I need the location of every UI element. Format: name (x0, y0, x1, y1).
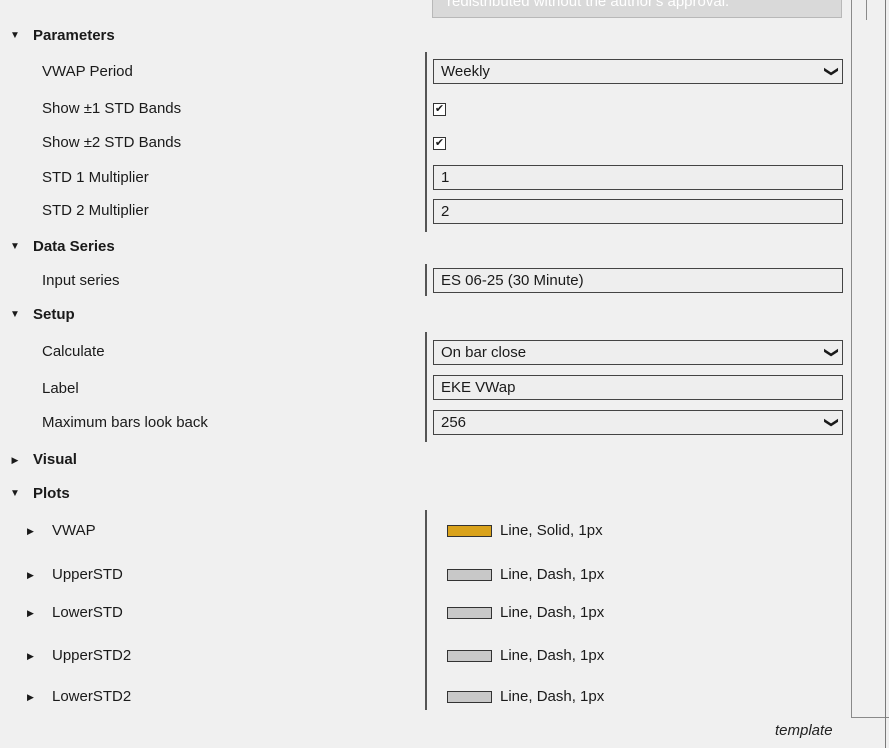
show-std2-label: Show ±2 STD Bands (42, 134, 182, 151)
show-std1-checkbox[interactable]: ✔ (433, 103, 446, 116)
plot-name[interactable]: UpperSTD (52, 561, 123, 589)
label-label: Label (42, 380, 79, 397)
column-separator[interactable] (425, 264, 427, 296)
category-label: Setup (33, 306, 75, 323)
collapsed-icon[interactable]: ▶ (27, 683, 34, 711)
max-bars-label: Maximum bars look back (42, 414, 208, 431)
plot-name[interactable]: VWAP (52, 517, 96, 545)
input-series-field[interactable]: ES 06-25 (30 Minute) (433, 268, 843, 293)
vwap-period-label: VWAP Period (42, 63, 133, 80)
panel-border (851, 0, 852, 718)
calculate-value: On bar close (441, 344, 527, 361)
collapsed-icon[interactable]: ▶ (27, 561, 34, 589)
calculate-select[interactable]: On bar close ❯ (433, 340, 843, 365)
chevron-down-icon: ❯ (824, 346, 841, 359)
expanded-icon: ▼ (10, 241, 20, 252)
frame-edge (866, 0, 867, 20)
column-separator[interactable] (425, 332, 427, 442)
plot-stroke-description[interactable]: Line, Dash, 1px (500, 599, 604, 627)
plot-color-swatch[interactable] (447, 607, 492, 619)
chevron-down-icon: ❯ (824, 416, 841, 429)
category-label: Plots (33, 485, 70, 502)
plot-name[interactable]: LowerSTD2 (52, 683, 131, 711)
collapsed-icon[interactable]: ▶ (27, 517, 34, 545)
plot-color-swatch[interactable] (447, 650, 492, 662)
scrollbar-edge[interactable] (885, 0, 886, 748)
max-bars-value: 256 (441, 414, 467, 431)
category-setup[interactable]: ▼ Setup (0, 301, 420, 329)
plot-color-swatch[interactable] (447, 525, 492, 537)
template-button[interactable]: template (775, 718, 833, 744)
std1-multiplier-input[interactable]: 1 (433, 165, 843, 190)
category-visual[interactable]: ▶ Visual (0, 446, 420, 474)
category-label: Data Series (33, 238, 115, 255)
input-series-label: Input series (42, 272, 120, 289)
std1-multiplier-label: STD 1 Multiplier (42, 169, 149, 186)
std2-multiplier-label: STD 2 Multiplier (42, 202, 149, 219)
expanded-icon: ▼ (10, 488, 20, 499)
category-label: Visual (33, 451, 77, 468)
column-separator[interactable] (425, 510, 427, 710)
std2-multiplier-input[interactable]: 2 (433, 199, 843, 224)
vwap-period-select[interactable]: Weekly ❯ (433, 59, 843, 84)
plot-stroke-description[interactable]: Line, Dash, 1px (500, 642, 604, 670)
plot-color-swatch[interactable] (447, 691, 492, 703)
category-label: Parameters (33, 27, 115, 44)
show-std1-label: Show ±1 STD Bands (42, 100, 182, 117)
show-std2-checkbox[interactable]: ✔ (433, 137, 446, 150)
plot-stroke-description[interactable]: Line, Solid, 1px (500, 517, 603, 545)
collapsed-icon: ▶ (11, 455, 19, 465)
collapsed-icon[interactable]: ▶ (27, 599, 34, 627)
expanded-icon: ▼ (10, 30, 20, 41)
category-parameters[interactable]: ▼ Parameters (0, 22, 420, 50)
frame-edge (852, 717, 889, 718)
max-bars-select[interactable]: 256 ❯ (433, 410, 843, 435)
plot-name[interactable]: UpperSTD2 (52, 642, 131, 670)
label-input[interactable]: EKE VWap (433, 375, 843, 400)
plot-stroke-description[interactable]: Line, Dash, 1px (500, 683, 604, 711)
plot-stroke-description[interactable]: Line, Dash, 1px (500, 561, 604, 589)
column-separator[interactable] (425, 52, 427, 232)
category-data-series[interactable]: ▼ Data Series (0, 233, 420, 261)
calculate-label: Calculate (42, 343, 105, 360)
plot-name[interactable]: LowerSTD (52, 599, 123, 627)
properties-panel: redistributed without the author's appro… (0, 0, 889, 748)
expanded-icon: ▼ (10, 309, 20, 320)
chevron-down-icon: ❯ (824, 65, 841, 78)
plot-color-swatch[interactable] (447, 569, 492, 581)
category-plots[interactable]: ▼ Plots (0, 480, 420, 508)
collapsed-icon[interactable]: ▶ (27, 642, 34, 670)
description-field[interactable]: redistributed without the author's appro… (432, 0, 842, 18)
vwap-period-value: Weekly (441, 63, 490, 80)
